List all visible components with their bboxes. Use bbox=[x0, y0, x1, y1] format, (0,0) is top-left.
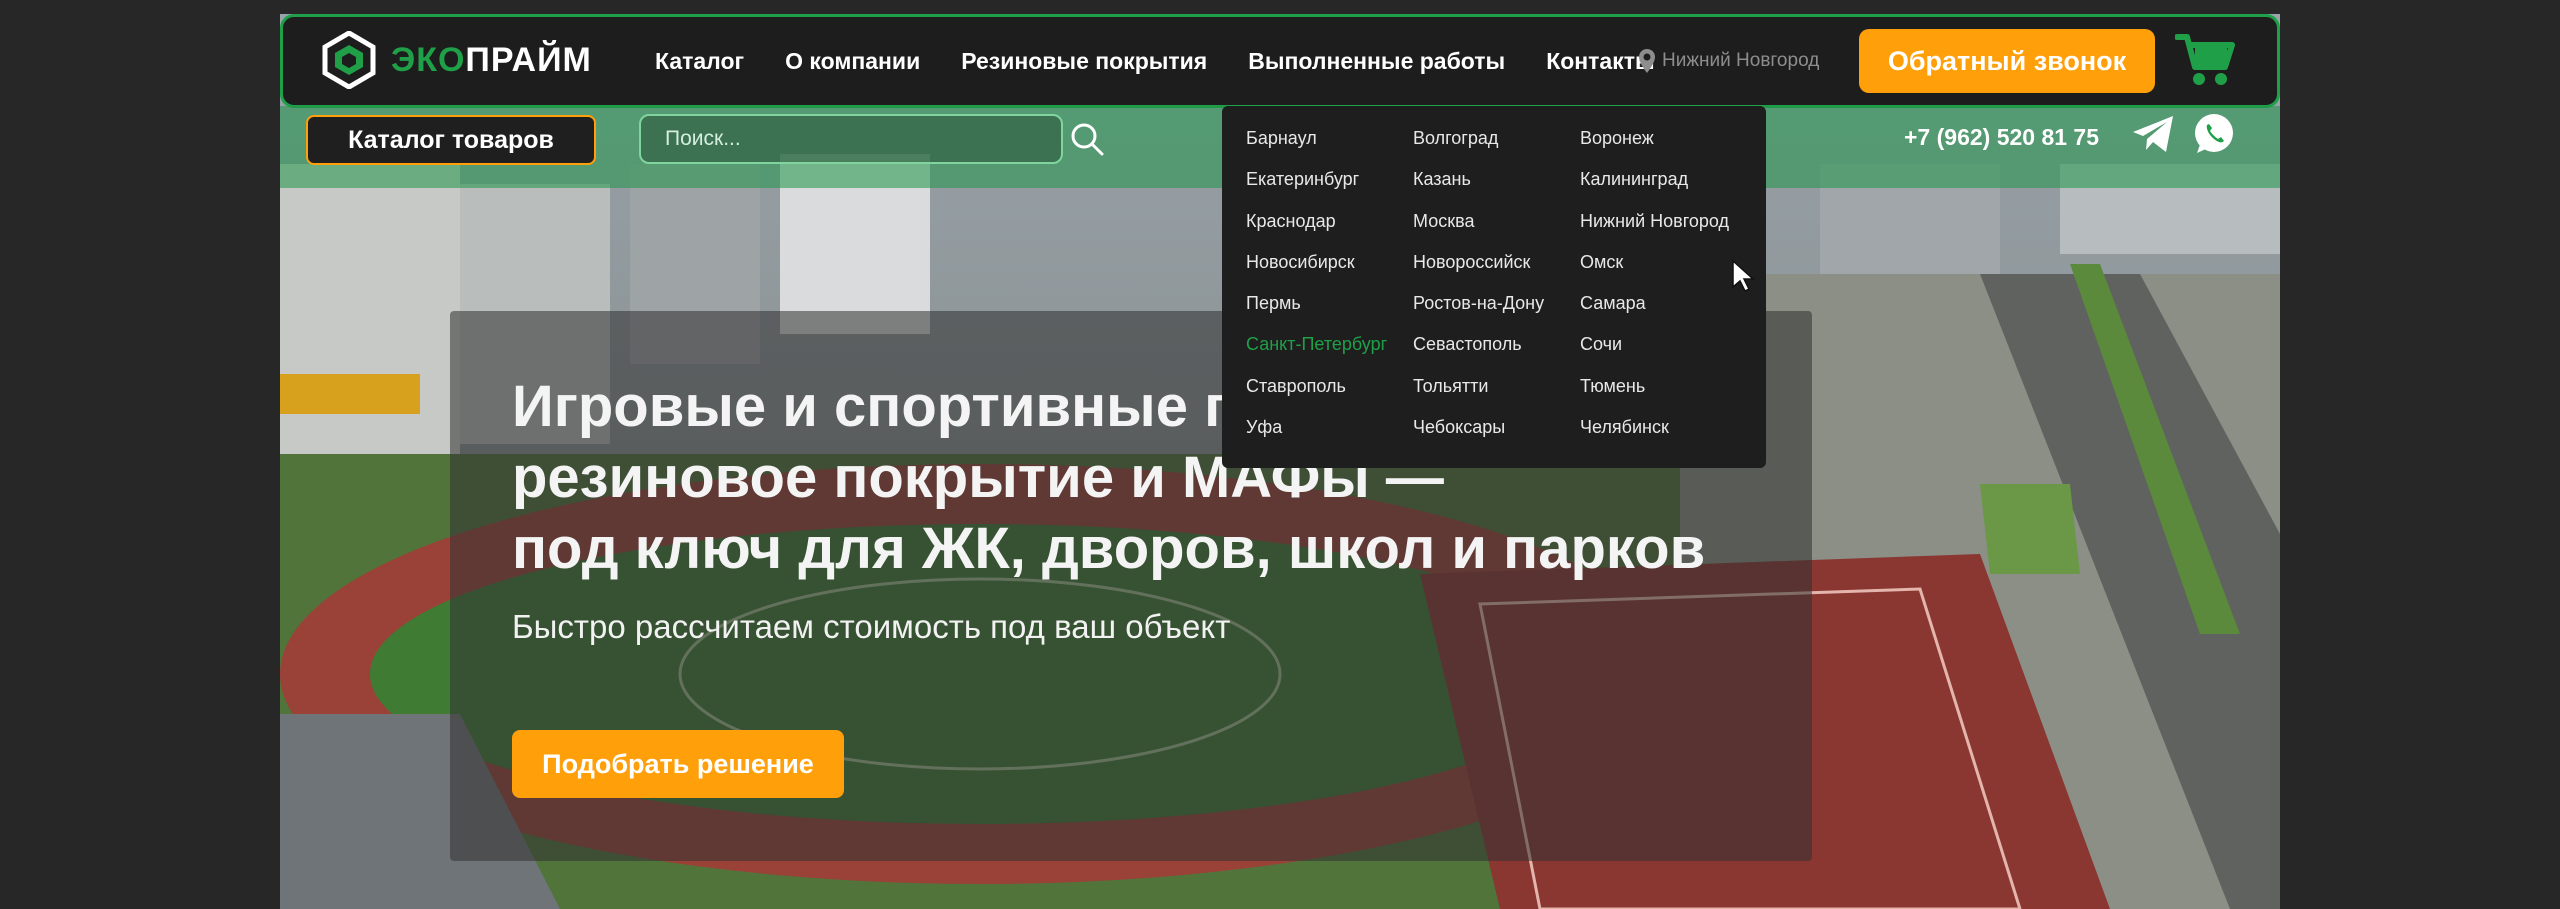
nav-completed-works[interactable]: Выполненные работы bbox=[1248, 48, 1505, 75]
logo-text-eco: ЭКО bbox=[391, 40, 466, 79]
top-header: ЭКОПРАЙМ Каталог О компании Резиновые по… bbox=[280, 14, 2280, 108]
city-option[interactable]: Чебоксары bbox=[1413, 417, 1580, 458]
city-option[interactable]: Москва bbox=[1413, 211, 1580, 252]
nav-about[interactable]: О компании bbox=[785, 48, 920, 75]
whatsapp-icon[interactable] bbox=[2193, 113, 2235, 155]
city-option[interactable]: Омск bbox=[1580, 252, 1750, 293]
city-option[interactable]: Уфа bbox=[1246, 417, 1413, 458]
hero-subtitle: Быстро рассчитаем стоимость под ваш объе… bbox=[512, 608, 1231, 645]
city-option[interactable]: Новосибирск bbox=[1246, 252, 1413, 293]
city-option[interactable]: Тюмень bbox=[1580, 376, 1750, 417]
city-option[interactable]: Тольятти bbox=[1413, 376, 1580, 417]
city-option[interactable]: Воронеж bbox=[1580, 128, 1750, 169]
city-option[interactable]: Нижний Новгород bbox=[1580, 211, 1750, 252]
hero-headline-line-3: под ключ для ЖК, дворов, школ и парков bbox=[512, 516, 1706, 581]
city-option[interactable]: Екатеринбург bbox=[1246, 169, 1413, 210]
main-nav: Каталог О компании Резиновые покрытия Вы… bbox=[655, 17, 1696, 105]
city-option[interactable]: Челябинск bbox=[1580, 417, 1750, 458]
hero-headline-line-1: Игровые и спортивные п bbox=[512, 374, 1240, 439]
logo[interactable]: ЭКОПРАЙМ bbox=[321, 31, 592, 89]
city-option[interactable]: Барнаул bbox=[1246, 128, 1413, 169]
search-icon[interactable] bbox=[1070, 122, 1104, 156]
nav-rubber-coatings[interactable]: Резиновые покрытия bbox=[961, 48, 1207, 75]
logo-icon bbox=[322, 31, 376, 89]
cursor-icon bbox=[1732, 259, 1755, 293]
find-solution-button[interactable]: Подобрать решение bbox=[512, 730, 844, 798]
city-name: Нижний Новгород bbox=[1662, 50, 1820, 71]
city-option[interactable]: Калининград bbox=[1580, 169, 1750, 210]
city-option[interactable]: Новороссийск bbox=[1413, 252, 1580, 293]
callback-button[interactable]: Обратный звонок bbox=[1859, 29, 2155, 93]
logo-text: ЭКОПРАЙМ bbox=[391, 41, 592, 80]
city-option[interactable]: Пермь bbox=[1246, 293, 1413, 334]
city-option[interactable]: Сочи bbox=[1580, 334, 1750, 375]
city-option[interactable]: Казань bbox=[1413, 169, 1580, 210]
city-option[interactable]: Ростов-на-Дону bbox=[1413, 293, 1580, 334]
phone-number[interactable]: +7 (962) 520 81 75 bbox=[1904, 124, 2099, 151]
telegram-icon[interactable] bbox=[2131, 114, 2175, 154]
city-option[interactable]: Самара bbox=[1580, 293, 1750, 334]
location-pin-icon bbox=[1639, 49, 1655, 73]
search-input[interactable]: Поиск... bbox=[639, 114, 1063, 164]
cart-icon[interactable] bbox=[2175, 31, 2235, 89]
city-option[interactable]: Краснодар bbox=[1246, 211, 1413, 252]
city-selector[interactable]: Нижний Новгород bbox=[1638, 17, 1819, 105]
city-option[interactable]: Санкт-Петербург bbox=[1246, 334, 1413, 375]
catalog-button[interactable]: Каталог товаров bbox=[306, 115, 596, 165]
city-dropdown: Барнаул Волгоград Воронеж Екатеринбург Казан… bbox=[1222, 106, 1766, 468]
city-option[interactable]: Ставрополь bbox=[1246, 376, 1413, 417]
site-container: ЭКОПРАЙМ Каталог О компании Резиновые по… bbox=[280, 14, 2280, 909]
city-option[interactable]: Волгоград bbox=[1413, 128, 1580, 169]
city-option[interactable]: Севастополь bbox=[1413, 334, 1580, 375]
nav-catalog[interactable]: Каталог bbox=[655, 48, 744, 75]
logo-text-prime: ПРАЙМ bbox=[465, 40, 592, 79]
